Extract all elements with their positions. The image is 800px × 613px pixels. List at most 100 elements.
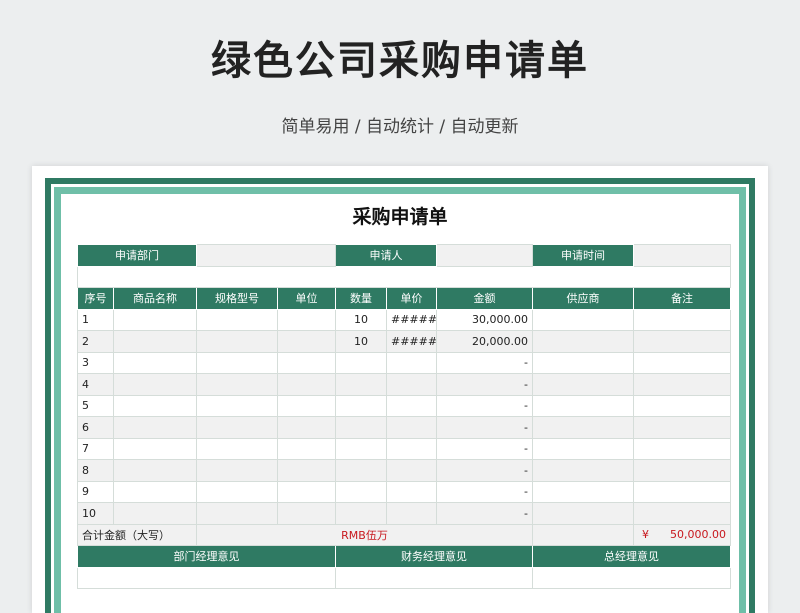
cell-supplier[interactable] (532, 416, 634, 439)
cell-qty[interactable] (335, 373, 387, 396)
cell-unit[interactable] (277, 502, 336, 525)
cell-note[interactable] (633, 308, 731, 331)
cell-supplier[interactable] (532, 351, 634, 374)
cell-amount[interactable]: 20,000.00 (436, 330, 533, 353)
cell-spec[interactable] (196, 459, 278, 482)
cell-unit[interactable] (277, 437, 336, 460)
field-applicant[interactable] (436, 244, 533, 267)
cell-note[interactable] (633, 502, 731, 525)
cell-name[interactable] (113, 308, 197, 331)
cell-amount[interactable]: - (436, 480, 533, 503)
cell-supplier[interactable] (532, 373, 634, 396)
cell-note[interactable] (633, 480, 731, 503)
cell-supplier[interactable] (532, 437, 634, 460)
cell-price[interactable] (386, 502, 437, 525)
cell-note[interactable] (633, 437, 731, 460)
cell-spec[interactable] (196, 373, 278, 396)
opinion-gm-field[interactable] (532, 566, 731, 589)
cell-qty[interactable]: 10 (335, 330, 387, 353)
cell-note[interactable] (633, 459, 731, 482)
cell-spec[interactable] (196, 502, 278, 525)
cell-price[interactable] (386, 351, 437, 374)
cell-unit[interactable] (277, 459, 336, 482)
cell-note[interactable] (633, 330, 731, 353)
cell-price[interactable] (386, 437, 437, 460)
cell-no[interactable]: 6 (77, 416, 114, 439)
cell-amount[interactable]: - (436, 373, 533, 396)
cell-qty[interactable]: 10 (335, 308, 387, 331)
cell-amount[interactable]: 30,000.00 (436, 308, 533, 331)
cell-amount[interactable]: - (436, 502, 533, 525)
cell-supplier[interactable] (532, 502, 634, 525)
cell-name[interactable] (113, 502, 197, 525)
cell-unit[interactable] (277, 351, 336, 374)
cell-no[interactable]: 4 (77, 373, 114, 396)
table-row: 9- (77, 480, 731, 503)
field-department[interactable] (196, 244, 336, 267)
cell-price[interactable]: ###### (386, 330, 437, 353)
cell-price[interactable] (386, 373, 437, 396)
cell-unit[interactable] (277, 394, 336, 417)
cell-price[interactable] (386, 480, 437, 503)
cell-amount[interactable]: - (436, 437, 533, 460)
cell-note[interactable] (633, 416, 731, 439)
opinion-dept-field[interactable] (77, 566, 336, 589)
cell-qty[interactable] (335, 480, 387, 503)
cell-qty[interactable] (335, 416, 387, 439)
column-header-note: 备注 (633, 287, 731, 310)
cell-no[interactable]: 2 (77, 330, 114, 353)
cell-note[interactable] (633, 351, 731, 374)
cell-name[interactable] (113, 351, 197, 374)
cell-unit[interactable] (277, 373, 336, 396)
cell-no[interactable]: 9 (77, 480, 114, 503)
field-apply-time[interactable] (633, 244, 731, 267)
cell-no[interactable]: 7 (77, 437, 114, 460)
cell-no[interactable]: 3 (77, 351, 114, 374)
cell-price[interactable]: ###### (386, 308, 437, 331)
cell-spec[interactable] (196, 480, 278, 503)
cell-unit[interactable] (277, 330, 336, 353)
cell-spec[interactable] (196, 416, 278, 439)
cell-qty[interactable] (335, 459, 387, 482)
cell-no[interactable]: 10 (77, 502, 114, 525)
cell-name[interactable] (113, 373, 197, 396)
cell-name[interactable] (113, 480, 197, 503)
cell-spec[interactable] (196, 394, 278, 417)
cell-spec[interactable] (196, 351, 278, 374)
cell-spec[interactable] (196, 330, 278, 353)
cell-spec[interactable] (196, 308, 278, 331)
cell-amount[interactable]: - (436, 394, 533, 417)
cell-supplier[interactable] (532, 330, 634, 353)
cell-note[interactable] (633, 373, 731, 396)
cell-supplier[interactable] (532, 394, 634, 417)
cell-amount[interactable]: - (436, 459, 533, 482)
opinion-finance-field[interactable] (335, 566, 533, 589)
cell-unit[interactable] (277, 308, 336, 331)
cell-note[interactable] (633, 394, 731, 417)
cell-spec[interactable] (196, 437, 278, 460)
cell-amount[interactable]: - (436, 416, 533, 439)
cell-price[interactable] (386, 394, 437, 417)
info-row: 申请部门 申请人 申请时间 (77, 244, 731, 267)
cell-supplier[interactable] (532, 480, 634, 503)
cell-no[interactable]: 5 (77, 394, 114, 417)
cell-name[interactable] (113, 330, 197, 353)
cell-name[interactable] (113, 416, 197, 439)
cell-price[interactable] (386, 459, 437, 482)
label-department: 申请部门 (77, 244, 197, 267)
cell-name[interactable] (113, 459, 197, 482)
cell-unit[interactable] (277, 416, 336, 439)
cell-qty[interactable] (335, 502, 387, 525)
cell-price[interactable] (386, 416, 437, 439)
cell-amount[interactable]: - (436, 351, 533, 374)
cell-supplier[interactable] (532, 308, 634, 331)
cell-supplier[interactable] (532, 459, 634, 482)
cell-no[interactable]: 8 (77, 459, 114, 482)
cell-qty[interactable] (335, 437, 387, 460)
cell-name[interactable] (113, 394, 197, 417)
cell-name[interactable] (113, 437, 197, 460)
cell-qty[interactable] (335, 394, 387, 417)
cell-no[interactable]: 1 (77, 308, 114, 331)
cell-qty[interactable] (335, 351, 387, 374)
cell-unit[interactable] (277, 480, 336, 503)
